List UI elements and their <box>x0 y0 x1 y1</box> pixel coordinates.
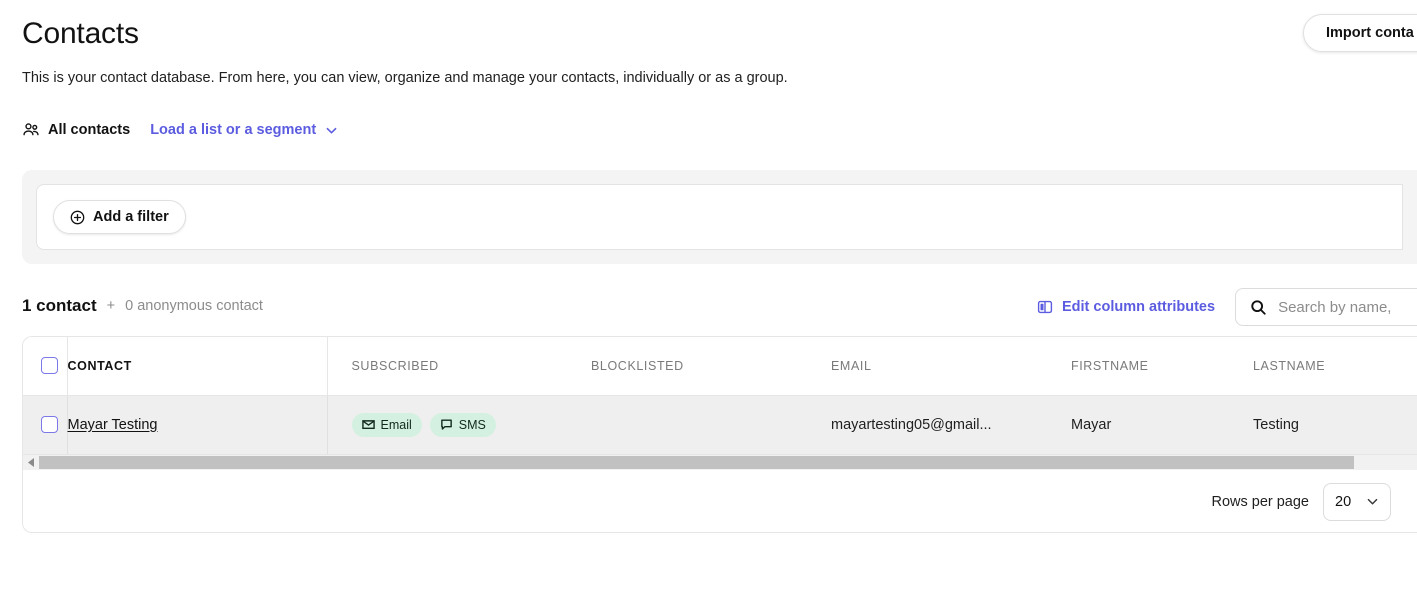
column-header-subscribed[interactable]: SUBSCRIBED <box>327 337 567 396</box>
envelope-icon <box>361 418 375 431</box>
email-badge[interactable]: Email <box>351 412 422 437</box>
all-contacts-label: All contacts <box>48 122 131 138</box>
contact-count: 1 contact <box>22 296 97 315</box>
scroll-left-arrow-icon[interactable] <box>23 458 39 467</box>
filter-panel: Add a filter <box>22 170 1417 264</box>
subscription-badges: Email SMS <box>351 412 568 437</box>
contacts-table-card: CONTACT SUBSCRIBED BLOCKLISTED EMAIL FIR… <box>22 336 1417 533</box>
add-filter-button[interactable]: Add a filter <box>53 200 186 234</box>
page-subtitle: This is your contact database. From here… <box>22 70 788 86</box>
people-icon <box>22 121 40 139</box>
table-footer: Rows per page 20 <box>23 470 1417 532</box>
blocklisted-cell <box>567 395 807 454</box>
import-contacts-button[interactable]: Import conta <box>1303 14 1417 52</box>
contact-name-link[interactable]: Mayar Testing <box>68 417 158 433</box>
column-header-lastname[interactable]: LASTNAME <box>1229 337 1417 396</box>
rows-per-page-label: Rows per page <box>1211 493 1309 510</box>
row-checkbox[interactable] <box>41 416 58 434</box>
filter-inner-area: Add a filter <box>36 184 1403 250</box>
select-all-checkbox[interactable] <box>41 357 58 375</box>
load-list-label: Load a list or a segment <box>150 122 317 138</box>
firstname-cell: Mayar <box>1047 395 1229 454</box>
subscribed-cell: Email SMS <box>327 395 567 454</box>
table-toolbar: Edit column attributes <box>1037 288 1417 326</box>
contacts-page: Contacts This is your contact database. … <box>0 0 1417 593</box>
search-box[interactable] <box>1235 288 1417 326</box>
chevron-down-icon <box>1366 495 1379 508</box>
table-header-row: CONTACT SUBSCRIBED BLOCKLISTED EMAIL FIR… <box>23 337 1417 396</box>
segment-bar: All contacts Load a list or a segment <box>22 118 1417 142</box>
edit-column-attributes-label: Edit column attributes <box>1062 299 1216 315</box>
count-separator: + <box>106 298 116 314</box>
page-title: Contacts <box>22 17 139 50</box>
add-filter-label: Add a filter <box>93 209 169 225</box>
import-contacts-label: Import conta <box>1326 25 1414 41</box>
search-input[interactable] <box>1278 298 1417 316</box>
contact-name-cell: Mayar Testing <box>67 395 328 454</box>
sms-badge-label: SMS <box>458 417 486 432</box>
table-row[interactable]: Mayar Testing Email SMS mayartesting05@g… <box>23 395 1417 454</box>
column-header-firstname[interactable]: FIRSTNAME <box>1047 337 1229 396</box>
email-badge-label: Email <box>380 417 412 432</box>
table-body: Mayar Testing Email SMS mayartesting05@g… <box>23 395 1417 454</box>
search-icon <box>1250 299 1267 316</box>
plus-circle-icon <box>70 210 85 225</box>
columns-icon <box>1037 299 1053 315</box>
contacts-table: CONTACT SUBSCRIBED BLOCKLISTED EMAIL FIR… <box>23 337 1417 454</box>
lastname-cell: Testing <box>1229 395 1417 454</box>
select-all-header <box>23 337 68 396</box>
rows-per-page-value: 20 <box>1335 493 1352 510</box>
table-head: CONTACT SUBSCRIBED BLOCKLISTED EMAIL FIR… <box>23 337 1417 396</box>
all-contacts-tab[interactable]: All contacts <box>22 121 130 139</box>
column-header-blocklisted[interactable]: BLOCKLISTED <box>567 337 807 396</box>
rows-per-page-select[interactable]: 20 <box>1323 482 1391 521</box>
sms-badge[interactable]: SMS <box>429 412 496 437</box>
anonymous-contact-count: 0 anonymous contact <box>125 298 263 314</box>
count-row: 1 contact + 0 anonymous contact Edit col… <box>22 288 1417 326</box>
row-select-cell <box>23 395 68 454</box>
column-header-email[interactable]: EMAIL <box>807 337 1047 396</box>
edit-column-attributes-button[interactable]: Edit column attributes <box>1037 299 1215 315</box>
chevron-down-icon <box>325 124 338 137</box>
horizontal-scrollbar[interactable] <box>23 454 1417 470</box>
horizontal-scrollbar-thumb[interactable] <box>39 456 1354 469</box>
chat-bubble-icon <box>440 418 453 431</box>
load-list-dropdown[interactable]: Load a list or a segment <box>150 122 338 138</box>
column-header-contact[interactable]: CONTACT <box>67 337 328 396</box>
email-cell: mayartesting05@gmail... <box>807 395 1047 454</box>
